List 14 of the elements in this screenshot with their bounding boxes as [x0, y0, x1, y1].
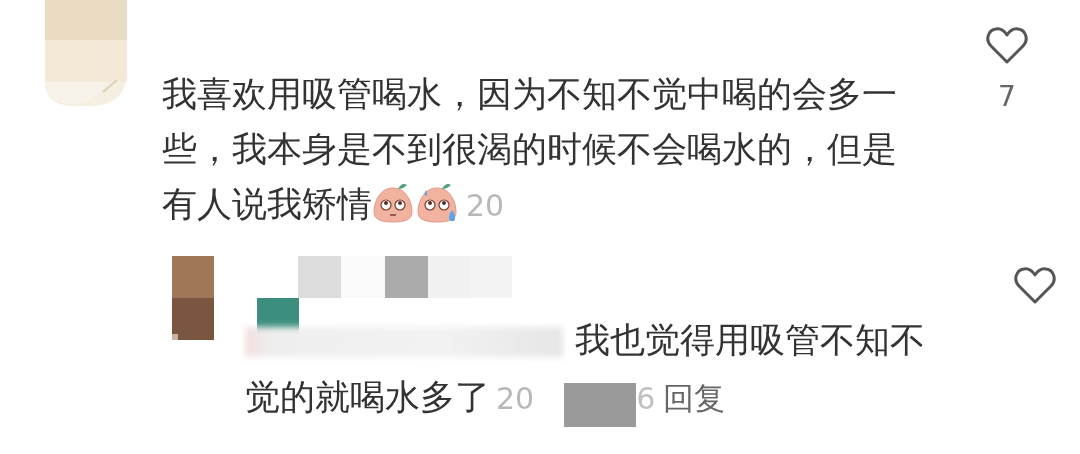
comment-text: 我喜欢用吸管喝水，因为不知不觉中喝的会多一 [162, 74, 897, 114]
timestamp: 20 [496, 381, 535, 416]
timestamp: 6 [636, 381, 656, 416]
sweat-emoji-icon [416, 182, 458, 224]
comment-text: 有人说我矫情 [162, 184, 372, 224]
eye-roll-emoji-icon [372, 182, 414, 224]
timestamp: 20 [466, 188, 505, 223]
heart-icon[interactable] [985, 26, 1029, 66]
heart-icon[interactable] [1013, 266, 1057, 306]
comment-text: 我也觉得用吸管不知不 [575, 320, 925, 360]
comment-text: 些，我本身是不到很渴的时候不会喝水的，但是 [162, 129, 897, 169]
comment-text: 觉的就喝水多了 [245, 377, 490, 417]
like-count: 7 [998, 80, 1016, 113]
reply-link[interactable]: 回复 [663, 380, 726, 416]
